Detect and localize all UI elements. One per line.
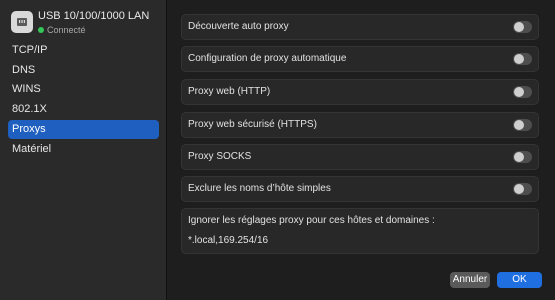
setting-row-auto-config: Configuration de proxy automatique [181, 46, 539, 72]
setting-row-auto-discovery: Découverte auto proxy [181, 14, 539, 40]
exclude-simple-hostnames-toggle[interactable] [513, 183, 532, 195]
setting-label: Proxy web sécurisé (HTTPS) [188, 119, 317, 130]
sidebar-item-materiel[interactable]: Matériel [8, 140, 159, 159]
status-dot-icon [38, 27, 44, 33]
device-title: USB 10/100/1000 LAN [38, 10, 150, 22]
setting-label: Proxy SOCKS [188, 151, 252, 162]
setting-label: Configuration de proxy automatique [188, 53, 347, 64]
sidebar-item-tcpip[interactable]: TCP/IP [8, 41, 159, 60]
toggle-knob [514, 184, 524, 194]
toggle-knob [514, 87, 524, 97]
bypass-hosts-box: Ignorer les réglages proxy pour ces hôte… [181, 208, 539, 254]
ethernet-icon [11, 11, 33, 33]
http-proxy-toggle[interactable] [513, 86, 532, 98]
bypass-hosts-label: Ignorer les réglages proxy pour ces hôte… [188, 215, 435, 226]
bypass-hosts-field[interactable]: *.local,169.254/16 [188, 235, 268, 246]
sidebar-item-wins[interactable]: WINS [8, 80, 159, 99]
cancel-button[interactable]: Annuler [450, 272, 490, 288]
toggle-knob [514, 54, 524, 64]
device-header: USB 10/100/1000 LAN Connecté [8, 8, 163, 38]
setting-label: Proxy web (HTTP) [188, 86, 271, 97]
proxy-settings-panel: Découverte auto proxy Configuration de p… [168, 0, 555, 300]
toggle-knob [514, 120, 524, 130]
auto-config-toggle[interactable] [513, 53, 532, 65]
ok-button[interactable]: OK [497, 272, 542, 288]
sidebar-item-dns[interactable]: DNS [8, 61, 159, 80]
sidebar: USB 10/100/1000 LAN Connecté TCP/IP DNS … [0, 0, 167, 300]
auto-discovery-toggle[interactable] [513, 21, 532, 33]
toggle-knob [514, 22, 524, 32]
setting-label: Exclure les noms d’hôte simples [188, 183, 331, 194]
socks-proxy-toggle[interactable] [513, 151, 532, 163]
connection-status: Connecté [38, 25, 86, 35]
setting-row-exclude-simple-hostnames: Exclure les noms d’hôte simples [181, 176, 539, 202]
setting-row-socks-proxy: Proxy SOCKS [181, 144, 539, 170]
setting-row-http-proxy: Proxy web (HTTP) [181, 79, 539, 105]
sidebar-item-proxys[interactable]: Proxys [8, 120, 159, 139]
setting-label: Découverte auto proxy [188, 21, 289, 32]
toggle-knob [514, 152, 524, 162]
setting-row-https-proxy: Proxy web sécurisé (HTTPS) [181, 112, 539, 138]
https-proxy-toggle[interactable] [513, 119, 532, 131]
sidebar-item-8021x[interactable]: 802.1X [8, 100, 159, 119]
connection-status-label: Connecté [47, 25, 86, 35]
